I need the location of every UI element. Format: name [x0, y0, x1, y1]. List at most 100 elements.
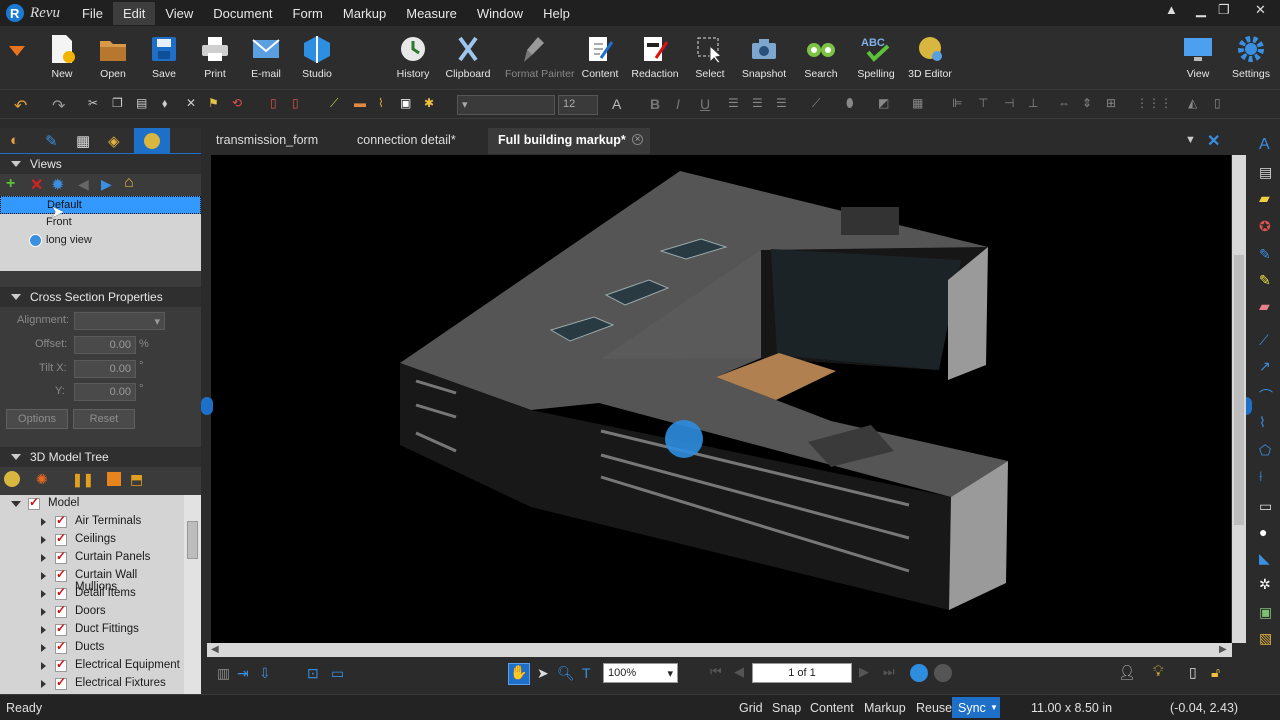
distribute-horizontal-icon[interactable]: ⇔	[1058, 96, 1076, 114]
delete-view-icon[interactable]: ✕	[30, 175, 43, 195]
history-button[interactable]: History	[383, 30, 443, 80]
split-view-icon[interactable]: ▥	[217, 665, 230, 682]
left-panel-collapse-handle[interactable]	[201, 397, 213, 415]
next-view-icon[interactable]: ▶	[101, 176, 112, 193]
redo-icon[interactable]: ↷	[52, 96, 70, 115]
reset-button[interactable]: Reset	[73, 409, 135, 429]
tree-item[interactable]: Electrical Fixtures	[0, 675, 182, 693]
snap-toggle[interactable]: Snap	[772, 701, 801, 715]
view-item-front[interactable]: Front	[0, 214, 201, 232]
menu-markup[interactable]: Markup	[333, 2, 396, 25]
image-tool-icon[interactable]: ▣	[1259, 604, 1272, 621]
ribbon-collapse-icon[interactable]: ▲	[1165, 2, 1178, 17]
zoom-icon[interactable]: 🔍︎	[557, 665, 575, 682]
snapshot-button[interactable]: Snapshot	[734, 30, 794, 80]
view-item-long-view[interactable]: long view	[0, 232, 201, 250]
cross-section-header[interactable]: Cross Section Properties	[0, 287, 201, 307]
expand-arrow-icon[interactable]	[41, 536, 46, 544]
fill-color-icon[interactable]: ⬮	[846, 96, 864, 114]
expand-arrow-icon[interactable]	[41, 518, 46, 526]
content-toggle[interactable]: Content	[810, 701, 854, 715]
fit-width-icon[interactable]: ▭	[331, 665, 344, 682]
italic-icon[interactable]: I	[676, 96, 694, 114]
insert-page-icon[interactable]: ▯	[292, 96, 310, 114]
polygon-tool-icon[interactable]: ⬠	[1259, 442, 1271, 459]
model-globe-icon[interactable]	[4, 471, 20, 487]
tree-item[interactable]: Detail Items	[0, 585, 182, 603]
tree-item-checkbox[interactable]	[55, 549, 67, 564]
tree-item-checkbox[interactable]	[55, 531, 67, 546]
expand-arrow-icon[interactable]	[41, 554, 46, 562]
3d-model-canvas[interactable]	[211, 155, 1231, 643]
typewriter-icon[interactable]: ▤	[1259, 164, 1272, 181]
sync-toggle[interactable]: Sync ▼	[952, 697, 1000, 718]
view-item-default[interactable]: Default	[0, 196, 201, 214]
download-icon[interactable]: ⇩	[259, 665, 271, 682]
horizontal-scrollbar[interactable]: ◀ ▶	[207, 643, 1232, 657]
tab-thumbnails-icon[interactable]: ▦	[76, 132, 90, 150]
spelling-button[interactable]: ABC Spelling	[846, 30, 906, 80]
expand-arrow-icon[interactable]	[41, 590, 46, 598]
rotate-icon[interactable]: ▯	[1214, 96, 1232, 114]
menu-file[interactable]: File	[72, 2, 113, 25]
line-tool-icon[interactable]: ⟋	[1259, 332, 1269, 349]
highlight-icon[interactable]: ▬	[354, 96, 372, 114]
format-painter-button[interactable]: Format Painter	[505, 30, 574, 80]
image-icon[interactable]: ▣	[400, 96, 418, 114]
y-input[interactable]: 0.00	[74, 383, 136, 401]
scroll-left-icon[interactable]: ◀	[211, 644, 219, 655]
model-pause-icon[interactable]: ❚❚	[72, 472, 94, 488]
select-arrow-icon[interactable]: ➤	[537, 665, 549, 682]
align-right-icon[interactable]: ☰	[776, 96, 794, 114]
ellipse-tool-icon[interactable]: ●	[1259, 524, 1267, 540]
align-left-icon[interactable]: ☰	[728, 96, 746, 114]
next-page-icon[interactable]: ▶	[859, 664, 869, 680]
view-settings-gear-icon[interactable]: ✹	[51, 175, 64, 195]
symbol-tool-icon[interactable]: ✲	[1259, 576, 1271, 593]
model-color-icon[interactable]	[107, 472, 121, 486]
user-icon[interactable]: 👤︎	[1118, 664, 1136, 681]
eraser-icon[interactable]: ▰	[1259, 298, 1270, 315]
tree-item[interactable]: Duct Fittings	[0, 621, 182, 639]
fit-page-icon[interactable]: ⊡	[307, 665, 319, 682]
tree-item-checkbox[interactable]	[55, 675, 67, 690]
menu-measure[interactable]: Measure	[396, 2, 467, 25]
note-icon[interactable]: ▰	[1259, 190, 1270, 207]
tab-3d-model-icon[interactable]	[134, 128, 170, 154]
tree-item[interactable]: Curtain Wall Mullions	[0, 567, 182, 593]
tab-connection-detail[interactable]: connection detail*	[357, 133, 456, 147]
select-text-icon[interactable]: T	[582, 665, 591, 681]
font-color-icon[interactable]: A	[612, 96, 630, 114]
markup-toggle[interactable]: Markup	[864, 701, 906, 715]
tab-close-icon[interactable]: ×	[632, 134, 643, 145]
tree-item[interactable]: Ceilings	[0, 531, 182, 549]
attach-icon[interactable]: ⌇	[378, 96, 396, 114]
flatten-icon[interactable]: ⬧	[162, 96, 180, 114]
tree-scrollbar[interactable]	[184, 495, 201, 700]
menu-window[interactable]: Window	[467, 2, 533, 25]
options-button[interactable]: Options	[6, 409, 68, 429]
quick-menu-icon[interactable]	[8, 44, 26, 61]
tab-list-dropdown-icon[interactable]: ▼	[1185, 134, 1196, 146]
tree-item-checkbox[interactable]	[55, 513, 67, 528]
rectangle-tool-icon[interactable]: ▭	[1259, 498, 1272, 515]
pen-icon[interactable]: ✎	[1259, 246, 1271, 263]
tab-layers-icon[interactable]: ◈	[108, 132, 120, 150]
tree-scroll-thumb[interactable]	[187, 521, 198, 559]
previous-view-icon[interactable]: ◀	[78, 176, 89, 193]
settings-button[interactable]: Settings	[1221, 30, 1280, 80]
bold-icon[interactable]: B	[650, 96, 668, 114]
restore-icon[interactable]: ❐	[1218, 2, 1230, 18]
rotate-page-icon[interactable]: ⟲	[232, 96, 250, 114]
alignment-select[interactable]: ▾	[74, 312, 165, 330]
menu-edit[interactable]: Edit	[112, 1, 156, 25]
arc-tool-icon[interactable]: ⌒	[1259, 386, 1273, 406]
lightbulb-icon[interactable]: 💡︎	[1153, 663, 1164, 680]
views-section-header[interactable]: Views	[0, 154, 201, 174]
page-properties-icon[interactable]: ▯	[1189, 664, 1197, 681]
offset-input[interactable]: 0.00	[74, 336, 136, 354]
menu-help[interactable]: Help	[533, 2, 580, 25]
reuse-toggle[interactable]: Reuse	[916, 701, 952, 715]
hatch-icon[interactable]: ▦	[912, 96, 930, 114]
polyline-tool-icon[interactable]: ⌇	[1259, 414, 1266, 431]
